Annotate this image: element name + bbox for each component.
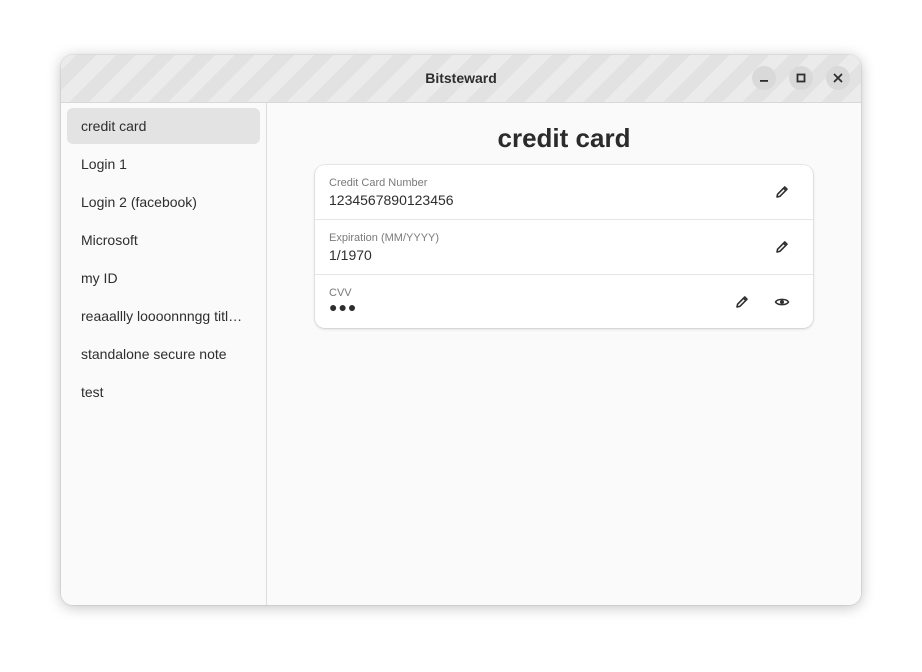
sidebar-item-microsoft[interactable]: Microsoft	[67, 222, 260, 258]
sidebar: credit card Login 1 Login 2 (facebook) M…	[61, 103, 267, 605]
sidebar-item-credit-card[interactable]: credit card	[67, 108, 260, 144]
sidebar-item-login-2[interactable]: Login 2 (facebook)	[67, 184, 260, 220]
field-row-card-number: Credit Card Number 1234567890123456	[315, 165, 813, 220]
field-value[interactable]: 1/1970	[329, 247, 372, 263]
sidebar-item-secure-note[interactable]: standalone secure note	[67, 336, 260, 372]
sidebar-item-login-1[interactable]: Login 1	[67, 146, 260, 182]
edit-button[interactable]	[769, 179, 795, 205]
edit-button[interactable]	[729, 289, 755, 315]
edit-button[interactable]	[769, 234, 795, 260]
field-label: Credit Card Number	[329, 177, 428, 189]
fields-card: Credit Card Number 1234567890123456 Expi…	[315, 165, 813, 328]
title-bar[interactable]: Bitsteward	[61, 55, 861, 103]
field-label: CVV	[329, 287, 352, 299]
pencil-icon	[776, 186, 788, 198]
window-title: Bitsteward	[425, 70, 497, 86]
sidebar-item-long-title[interactable]: reaaallly loooonnngg title ...	[67, 298, 260, 334]
minimize-button[interactable]	[752, 66, 776, 90]
field-row-cvv: CVV ●●●	[315, 275, 813, 328]
eye-icon	[774, 298, 790, 306]
field-row-expiration: Expiration (MM/YYYY) 1/1970	[315, 220, 813, 275]
app-window: Bitsteward credit card Login 1 Login 2 (…	[61, 55, 861, 605]
close-icon	[833, 73, 843, 83]
reveal-button[interactable]	[769, 289, 795, 315]
page-title: credit card	[497, 123, 631, 153]
field-value-hidden[interactable]: ●●●	[329, 299, 357, 315]
field-value[interactable]: 1234567890123456	[329, 192, 454, 208]
sidebar-item-my-id[interactable]: my ID	[67, 260, 260, 296]
pencil-icon	[776, 241, 788, 253]
close-button[interactable]	[826, 66, 850, 90]
pencil-icon	[736, 296, 748, 308]
maximize-button[interactable]	[789, 66, 813, 90]
minimize-icon	[760, 80, 768, 82]
field-label: Expiration (MM/YYYY)	[329, 232, 440, 244]
sidebar-list: credit card Login 1 Login 2 (facebook) M…	[67, 108, 260, 412]
sidebar-item-test[interactable]: test	[67, 374, 260, 410]
detail-pane: credit card Credit Card Number 123456789…	[267, 103, 861, 605]
maximize-icon	[796, 73, 806, 83]
